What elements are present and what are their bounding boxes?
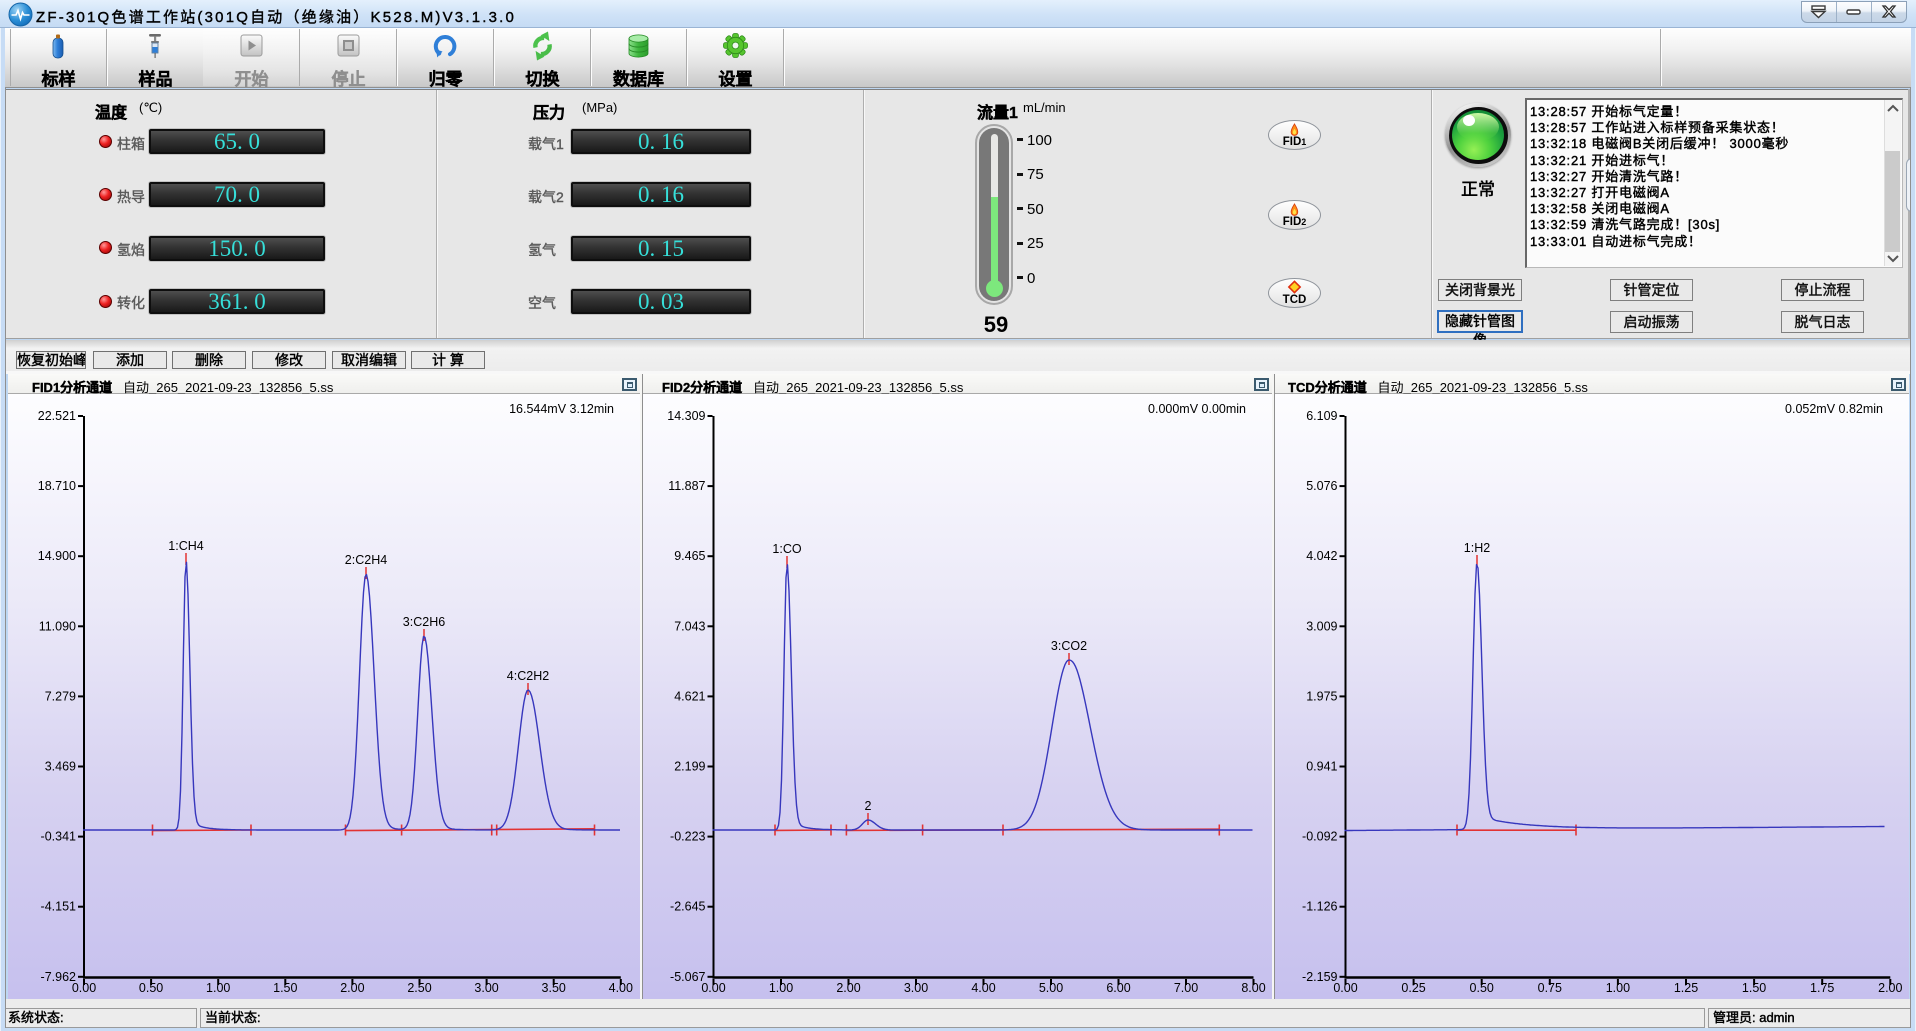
svg-text:3:C2H6: 3:C2H6 xyxy=(403,615,445,629)
svg-text:-2.159: -2.159 xyxy=(1302,970,1337,984)
svg-text:2: 2 xyxy=(865,799,872,813)
svg-text:7.279: 7.279 xyxy=(45,689,76,703)
svg-text:4.042: 4.042 xyxy=(1306,549,1337,563)
svg-text:-5.067: -5.067 xyxy=(670,970,705,984)
svg-text:0.00: 0.00 xyxy=(72,981,96,995)
svg-text:-7.962: -7.962 xyxy=(41,970,76,984)
svg-text:14.309: 14.309 xyxy=(667,409,705,423)
svg-text:0.00: 0.00 xyxy=(701,981,725,995)
svg-text:-0.223: -0.223 xyxy=(670,830,705,844)
svg-text:0.941: 0.941 xyxy=(1306,760,1337,774)
svg-text:1:CO: 1:CO xyxy=(772,542,801,556)
svg-text:6.00: 6.00 xyxy=(1106,981,1130,995)
svg-text:1.25: 1.25 xyxy=(1674,981,1698,995)
svg-text:1.75: 1.75 xyxy=(1810,981,1834,995)
svg-text:4.00: 4.00 xyxy=(609,981,633,995)
svg-text:11.887: 11.887 xyxy=(668,479,705,493)
svg-text:6.109: 6.109 xyxy=(1306,409,1337,423)
svg-text:1:H2: 1:H2 xyxy=(1464,541,1490,555)
svg-text:1.00: 1.00 xyxy=(1606,981,1630,995)
svg-text:0.50: 0.50 xyxy=(139,981,163,995)
svg-text:5.076: 5.076 xyxy=(1306,479,1337,493)
svg-text:-0.092: -0.092 xyxy=(1302,830,1337,844)
svg-text:4.00: 4.00 xyxy=(971,981,995,995)
svg-text:16.544mV 3.12min: 16.544mV 3.12min xyxy=(509,402,614,416)
svg-text:FID1: FID1 xyxy=(1283,136,1307,148)
svg-text:-4.151: -4.151 xyxy=(41,900,76,914)
svg-text:0.00: 0.00 xyxy=(1333,981,1357,995)
svg-text:3.469: 3.469 xyxy=(45,760,76,774)
svg-text:2.00: 2.00 xyxy=(340,981,364,995)
svg-text:0.052mV 0.82min: 0.052mV 0.82min xyxy=(1785,402,1883,416)
svg-text:3.00: 3.00 xyxy=(474,981,498,995)
svg-text:0.25: 0.25 xyxy=(1401,981,1425,995)
svg-text:-0.341: -0.341 xyxy=(41,830,76,844)
svg-text:1.975: 1.975 xyxy=(1306,689,1337,703)
svg-text:11.090: 11.090 xyxy=(39,619,76,633)
svg-text:7.043: 7.043 xyxy=(674,619,705,633)
svg-text:4:C2H2: 4:C2H2 xyxy=(507,669,549,683)
svg-text:0.50: 0.50 xyxy=(1470,981,1494,995)
svg-text:8.00: 8.00 xyxy=(1241,981,1265,995)
svg-text:3:CO2: 3:CO2 xyxy=(1051,639,1087,653)
svg-text:-2.645: -2.645 xyxy=(670,900,705,914)
svg-text:2.00: 2.00 xyxy=(836,981,860,995)
svg-text:2.199: 2.199 xyxy=(674,760,705,774)
svg-text:4.621: 4.621 xyxy=(674,689,705,703)
svg-text:3.50: 3.50 xyxy=(542,981,566,995)
svg-text:FID2: FID2 xyxy=(1283,216,1307,228)
svg-text:18.710: 18.710 xyxy=(38,479,76,493)
svg-text:2.00: 2.00 xyxy=(1878,981,1902,995)
svg-text:-1.126: -1.126 xyxy=(1302,900,1337,914)
svg-text:9.465: 9.465 xyxy=(674,549,705,563)
svg-text:3.00: 3.00 xyxy=(904,981,928,995)
svg-text:14.900: 14.900 xyxy=(38,549,76,563)
svg-text:1:CH4: 1:CH4 xyxy=(168,539,203,553)
svg-text:0.000mV 0.00min: 0.000mV 0.00min xyxy=(1148,402,1246,416)
svg-text:7.00: 7.00 xyxy=(1174,981,1198,995)
svg-text:3.009: 3.009 xyxy=(1306,619,1337,633)
svg-text:1.50: 1.50 xyxy=(1742,981,1766,995)
svg-text:5.00: 5.00 xyxy=(1039,981,1063,995)
svg-text:1.50: 1.50 xyxy=(273,981,297,995)
svg-text:22.521: 22.521 xyxy=(38,409,76,423)
svg-text:2:C2H4: 2:C2H4 xyxy=(345,553,387,567)
svg-text:1.00: 1.00 xyxy=(206,981,230,995)
svg-text:2.50: 2.50 xyxy=(407,981,431,995)
svg-text:1.00: 1.00 xyxy=(769,981,793,995)
svg-text:TCD: TCD xyxy=(1283,294,1307,306)
svg-text:0.75: 0.75 xyxy=(1538,981,1562,995)
